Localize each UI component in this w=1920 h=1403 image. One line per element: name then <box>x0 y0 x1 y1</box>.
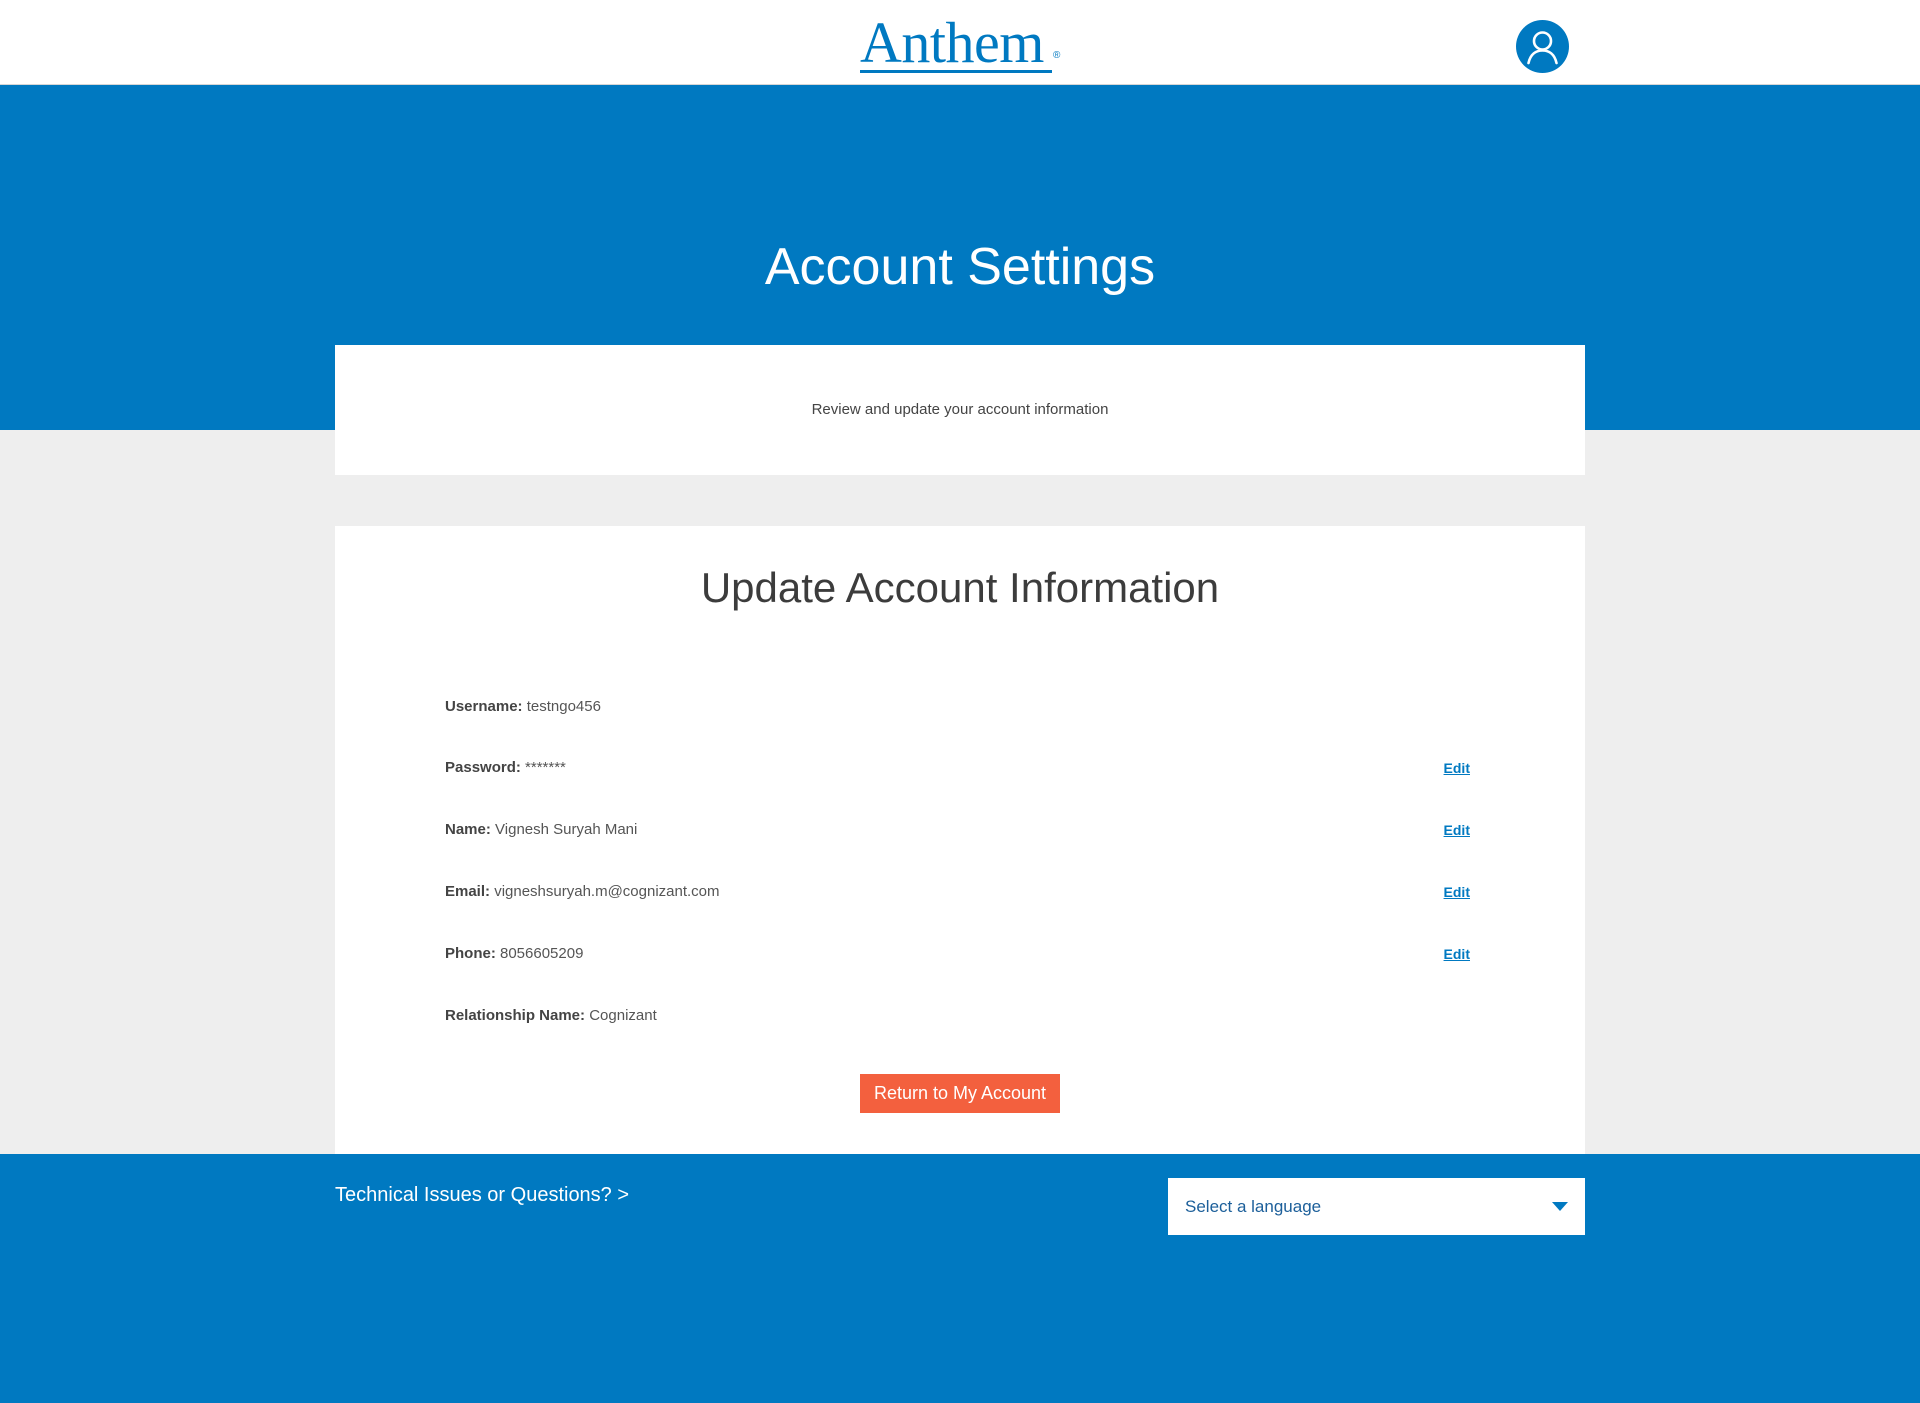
email-label: Email: <box>445 883 495 900</box>
phone-value: 8056605209 <box>500 945 584 962</box>
phone-row: Phone: 8056605209 Edit <box>445 941 1470 967</box>
account-info-card: Update Account Information Username: tes… <box>335 526 1585 1154</box>
edit-name-link[interactable]: Edit <box>1444 817 1470 843</box>
language-select[interactable]: Select a language <box>1168 1178 1585 1235</box>
relationship-row: Relationship Name: Cognizant <box>445 1003 1470 1029</box>
page-title: Account Settings <box>764 238 1156 296</box>
name-row: Name: Vignesh Suryah Mani Edit <box>445 817 1470 843</box>
username-row: Username: testngo456 <box>445 694 1470 720</box>
user-icon <box>1527 31 1558 65</box>
username-value: testngo456 <box>526 698 601 715</box>
intro-card: Review and update your account informati… <box>335 345 1585 475</box>
site-header: Anthem ® <box>0 0 1920 85</box>
email-row: Email: vigneshsuryah.m@cognizant.com Edi… <box>445 879 1470 905</box>
name-value: Vignesh Suryah Mani <box>495 821 638 838</box>
relationship-label: Relationship Name: <box>445 1007 590 1024</box>
edit-phone-link[interactable]: Edit <box>1444 941 1470 967</box>
user-profile-button[interactable] <box>1516 20 1569 73</box>
caret-down-icon <box>1552 1202 1568 1211</box>
return-to-account-button[interactable]: Return to My Account <box>860 1074 1060 1113</box>
intro-text: Review and update your account informati… <box>811 401 1109 418</box>
language-select-value: Select a language <box>1185 1197 1322 1216</box>
logo-registered-mark: ® <box>1053 50 1061 61</box>
logo-underline <box>860 70 1052 73</box>
edit-email-link[interactable]: Edit <box>1444 879 1470 905</box>
edit-password-link[interactable]: Edit <box>1444 755 1470 781</box>
username-label: Username: <box>445 698 527 715</box>
email-value: vigneshsuryah.m@cognizant.com <box>494 883 720 900</box>
site-footer: Technical Issues or Questions? > Select … <box>0 1154 1920 1403</box>
relationship-value: Cognizant <box>589 1007 657 1024</box>
password-row: Password: ******* Edit <box>445 755 1470 781</box>
section-title: Update Account Information <box>700 564 1220 611</box>
password-label: Password: <box>445 759 526 776</box>
name-label: Name: <box>445 821 496 838</box>
phone-label: Phone: <box>445 945 500 962</box>
technical-help-link[interactable]: Technical Issues or Questions? > <box>335 1184 629 1207</box>
logo-wordmark: Anthem <box>860 10 1044 75</box>
password-value: ******* <box>525 759 566 776</box>
anthem-logo[interactable]: Anthem ® <box>860 10 1060 76</box>
